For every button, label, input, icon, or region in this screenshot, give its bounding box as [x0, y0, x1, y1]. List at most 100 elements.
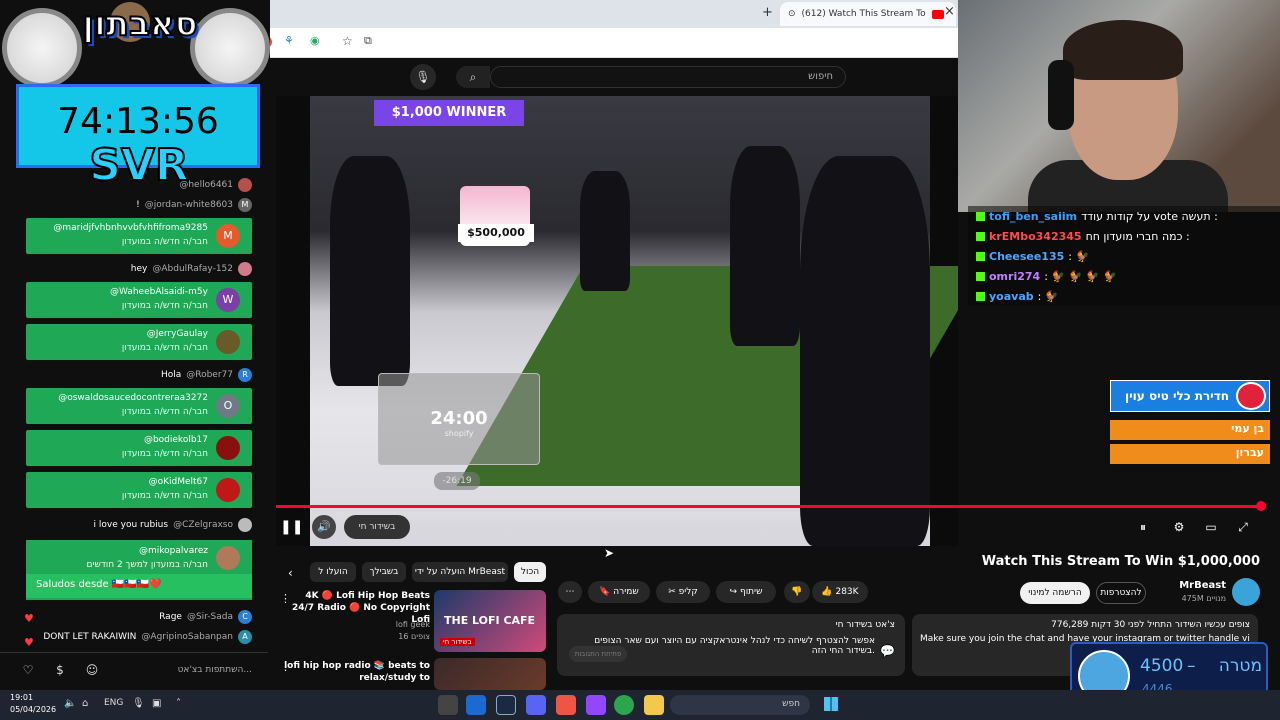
- video-frame: $500,000 $1,000 WINNER: [310, 96, 958, 546]
- chat-message: DONT LET RAKAIWIN @AgripinoSabanpan A: [43, 630, 252, 644]
- channel-avatar[interactable]: [1232, 578, 1260, 606]
- discord-icon[interactable]: [526, 695, 546, 715]
- video-player[interactable]: $500,000 $1,000 WINNER 24:00 shopify -26…: [276, 96, 958, 546]
- avatar: [238, 262, 252, 276]
- overlay-chat-line: Cheesee135: 🐓: [968, 246, 1280, 266]
- network-tray-icon[interactable]: ⌂: [82, 698, 88, 709]
- contestant-figure: [730, 146, 800, 346]
- search-icon[interactable]: ⌕: [456, 66, 490, 88]
- kick-badge-icon: [976, 211, 985, 221]
- settings-gear-icon[interactable]: ⚙: [1170, 518, 1188, 536]
- dislike-button[interactable]: 👎: [784, 581, 810, 603]
- close-window-button[interactable]: ×: [944, 4, 955, 19]
- chrome-icon[interactable]: [614, 695, 634, 715]
- taskbar-app-icon[interactable]: [466, 695, 486, 715]
- subscribe-button[interactable]: הרשמה למינוי: [1020, 582, 1090, 604]
- autoplay-toggle-icon[interactable]: ⏸: [1134, 518, 1152, 536]
- volume-tray-icon[interactable]: 🔈: [64, 698, 76, 709]
- video-thumbnail[interactable]: [434, 658, 546, 690]
- microphone-icon[interactable]: 🎙: [410, 64, 436, 90]
- chat-input[interactable]: השתתפות בצ'אט...: [112, 661, 252, 679]
- filter-chip-uploaded-by[interactable]: הועלה על ידי MrBeast: [412, 562, 508, 582]
- mouse-cursor-icon: ➤: [604, 546, 615, 560]
- super-chat-icon[interactable]: $: [50, 660, 70, 680]
- pause-icon[interactable]: ❚❚: [280, 517, 303, 537]
- tab-youtube[interactable]: ⊙ (612) Watch This Stream To: [780, 2, 956, 26]
- chevron-up-icon[interactable]: ˄: [176, 698, 181, 709]
- chat-messages: @hello6461 ! @jordan-white8603 M @maridjfv…: [0, 168, 268, 652]
- recommendation-item[interactable]: lofi hip hop radio 📚 beats to relax/stud…: [284, 658, 546, 690]
- progress-scrubber[interactable]: [1256, 501, 1266, 511]
- save-button[interactable]: 🔖 שמירה: [588, 581, 650, 603]
- bookmark-icon: 🔖: [599, 587, 614, 597]
- more-vert-icon[interactable]: ⋮: [280, 592, 291, 605]
- windows-start-icon[interactable]: [824, 697, 838, 711]
- heart-icon: ♥: [24, 612, 34, 625]
- svr-logo: SVR: [88, 139, 190, 192]
- mic-tray-icon[interactable]: 🎙: [132, 698, 145, 709]
- avatar: M: [216, 224, 240, 248]
- subathon-title: סאבתון: [81, 3, 198, 45]
- channel-row: הרשמה למינוי להצטרפות MrBeast 475M מנויי…: [1020, 578, 1260, 608]
- chat-message: ! @jordan-white8603 M: [136, 198, 252, 212]
- avatar: O: [216, 394, 240, 418]
- scissors-icon: ✂: [668, 587, 679, 597]
- more-vert-icon[interactable]: ⋮: [280, 660, 291, 673]
- chat-message: i love you rubius @CZelgraxso: [94, 518, 252, 532]
- filter-chip-for-you[interactable]: בשבילך: [362, 562, 406, 582]
- new-tab-button[interactable]: +: [762, 5, 773, 20]
- camera-tray-icon[interactable]: ▣: [152, 698, 161, 709]
- taskbar-app-icon[interactable]: [556, 695, 576, 715]
- countdown-card: 24:00 shopify: [378, 373, 540, 465]
- fullscreen-icon[interactable]: ⤢: [1234, 518, 1252, 536]
- description-stats: 776,289 צופים עכשיו השידור התחיל לפני 30…: [1051, 620, 1250, 630]
- masked-figure: [800, 156, 930, 546]
- filter-chip-recent[interactable]: הועלו ל: [310, 562, 356, 582]
- webcam-hair: [1063, 20, 1183, 80]
- emoji-icon[interactable]: ☺: [82, 660, 102, 680]
- taskbar-search[interactable]: חפש: [670, 695, 810, 715]
- theater-mode-icon[interactable]: ▭: [1202, 518, 1220, 536]
- taskbar-app-icon[interactable]: [586, 695, 606, 715]
- bookmark-star-icon[interactable]: ☆: [342, 34, 353, 48]
- taskbar-app-icon[interactable]: [438, 695, 458, 715]
- chat-message: Rage @Sir-Sada C: [159, 610, 252, 624]
- winner-banner: $1,000 WINNER: [374, 100, 524, 126]
- extension-icon[interactable]: ◉: [310, 34, 320, 47]
- join-button[interactable]: להצטרפות: [1096, 582, 1146, 604]
- video-progress-bar[interactable]: [276, 505, 1264, 508]
- video-thumbnail[interactable]: THE LOFI CAFE בשידור חי: [434, 590, 546, 652]
- volume-icon[interactable]: 🔊: [312, 515, 336, 539]
- language-indicator[interactable]: ENG: [104, 698, 123, 708]
- thumbs-up-icon: 👍: [821, 587, 836, 597]
- recommendation-meta: 16 צופים: [398, 632, 430, 641]
- countdown-sub: -26:19: [434, 472, 480, 490]
- chevron-left-icon[interactable]: ‹: [288, 566, 293, 580]
- channel-name[interactable]: MrBeast: [1150, 580, 1226, 591]
- open-comments-button[interactable]: פתיחת התגובות: [569, 646, 627, 662]
- thumbs-down-icon: 👎: [791, 587, 803, 597]
- taskbar-clock[interactable]: 19:01 05/04/2026: [10, 692, 56, 716]
- live-info-title: צ'אט בשידור חי: [835, 620, 895, 630]
- more-actions-button[interactable]: ⋯: [558, 581, 582, 603]
- like-button[interactable]: 👍 283K: [812, 581, 868, 603]
- cast-icon[interactable]: ⧉: [364, 34, 372, 48]
- steam-icon[interactable]: [496, 695, 516, 715]
- recommendation-item[interactable]: THE LOFI CAFE בשידור חי 4K 🔴 Lofi Hip Ho…: [284, 590, 546, 656]
- member-message-text: Saludos desde 🇨🇱🇨🇱🇨🇱❤️: [26, 574, 252, 598]
- extension-icon[interactable]: ⚘: [284, 34, 294, 47]
- windows-taskbar: 19:01 05/04/2026 🔈 ⌂ ENG 🎙 ▣ ˄ חפש: [0, 690, 1280, 720]
- masked-figure: [580, 171, 630, 291]
- search-input[interactable]: חיפוש: [490, 66, 846, 88]
- heart-reaction-icon[interactable]: ♡: [18, 660, 38, 680]
- alert-row: בן עמי: [1110, 420, 1270, 440]
- filter-chip-all[interactable]: הכול: [514, 562, 546, 582]
- file-explorer-icon[interactable]: [644, 695, 664, 715]
- alert-row: עברון: [1110, 444, 1270, 464]
- member-message: @JerryGaulay חבר/ה חדש/ה במועדון: [26, 324, 252, 360]
- member-message: @oswaldosaucedocontreraa3272 חבר/ה חדש/ה…: [26, 388, 252, 424]
- share-button[interactable]: ↪ שיתוף: [716, 581, 776, 603]
- live-chip[interactable]: בשידור חי: [344, 515, 410, 539]
- clip-button[interactable]: ✂ קליפ: [656, 581, 710, 603]
- member-message: @maridjfvhbnhvvbfvhfifroma9285 חבר/ה חדש…: [26, 218, 252, 254]
